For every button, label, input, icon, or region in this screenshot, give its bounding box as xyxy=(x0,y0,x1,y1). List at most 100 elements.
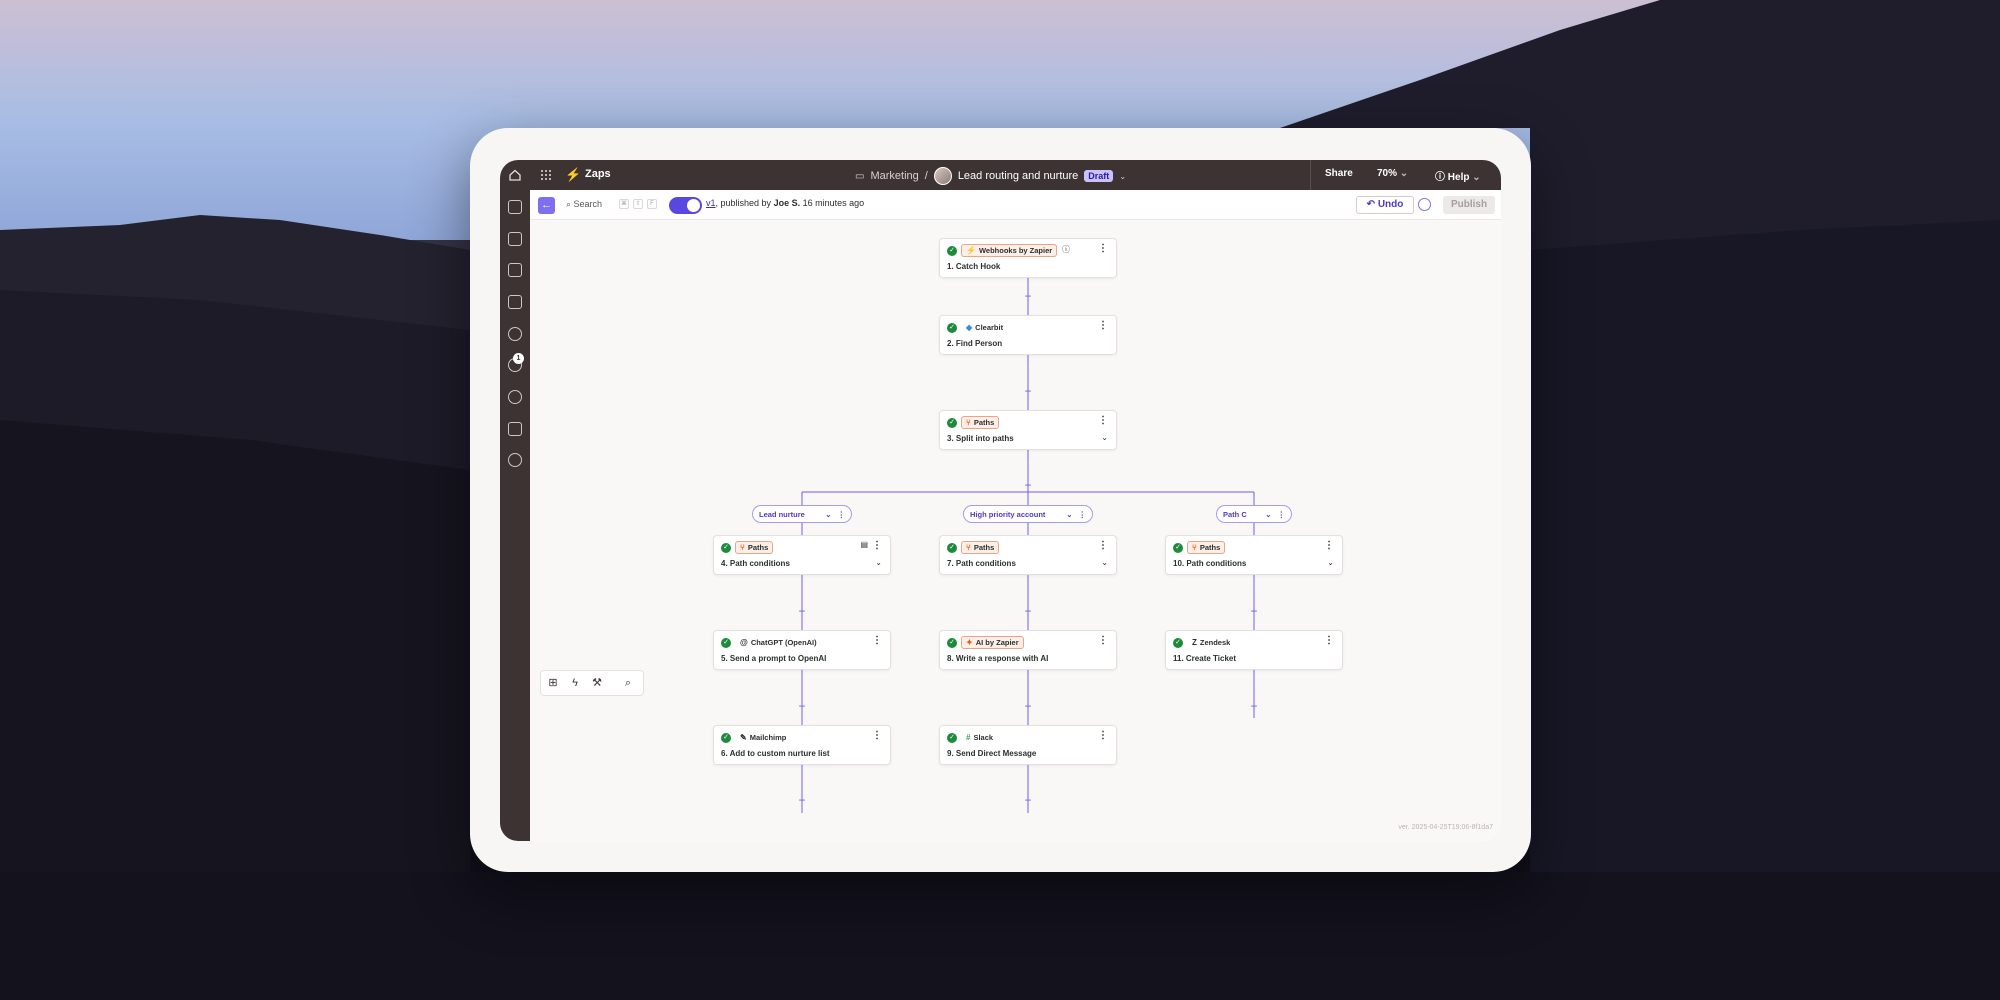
step-card-10[interactable]: ✓ ⑂ Paths ⋮ 10. Path conditions ⌄ xyxy=(1165,535,1343,575)
step-card-9[interactable]: ✓ # Slack ⋮ 9. Send Direct Message xyxy=(939,725,1117,765)
more-options-icon[interactable]: ⋮ xyxy=(1324,635,1334,646)
path-label-lead-nurture[interactable]: Lead nurture ⌄ ⋮ xyxy=(752,505,852,523)
more-options-icon[interactable]: ⋮ xyxy=(872,730,882,741)
add-step-button[interactable]: + xyxy=(1022,700,1034,712)
add-step-button[interactable]: + xyxy=(1022,794,1034,806)
stack-icon[interactable] xyxy=(508,422,522,436)
more-options-icon[interactable]: ⋮ xyxy=(1098,635,1108,646)
zoom-value: 70% xyxy=(1377,168,1398,179)
document-icon[interactable] xyxy=(508,232,522,246)
divider xyxy=(1310,160,1311,190)
chat-icon[interactable] xyxy=(508,263,522,277)
add-step-button[interactable]: + xyxy=(1248,700,1260,712)
more-options-icon[interactable]: ⋮ xyxy=(872,540,882,551)
chevron-down-icon[interactable]: ⌄ xyxy=(875,558,882,567)
step-card-2[interactable]: ✓ ◆ Clearbit ⋮ 2. Find Person xyxy=(939,315,1117,355)
avatar xyxy=(933,167,952,185)
note-icon[interactable]: ▤ xyxy=(860,540,868,549)
paths-icon: ⑂ xyxy=(966,543,971,552)
history-icon[interactable] xyxy=(508,327,522,341)
share-button[interactable]: Share xyxy=(1325,168,1353,179)
apps-icon[interactable] xyxy=(508,200,522,214)
zoom-select[interactable]: 70% ⌄ xyxy=(1377,168,1408,179)
zap-editor-window: ⚡ Zaps ▭ Marketing / Lead routing and nu… xyxy=(500,160,1501,841)
notification-badge: 1 xyxy=(513,353,524,364)
more-options-icon[interactable]: ⋮ xyxy=(1278,510,1286,519)
more-options-icon[interactable]: ⋮ xyxy=(1324,540,1334,551)
step-card-7[interactable]: ✓ ⑂ Paths ⋮ 7. Path conditions ⌄ xyxy=(939,535,1117,575)
step-title: 3. Split into paths xyxy=(947,434,1014,443)
step-title: 1. Catch Hook xyxy=(947,262,1001,271)
openai-icon: @ xyxy=(740,638,748,647)
left-sidebar: 1 xyxy=(500,190,530,841)
step-title: 6. Add to custom nurture list xyxy=(721,749,830,758)
app-grid-icon[interactable] xyxy=(540,169,552,181)
app-tag: ✎ Mailchimp xyxy=(735,731,791,744)
zap-title[interactable]: Lead routing and nurture xyxy=(958,170,1078,182)
add-step-button[interactable]: + xyxy=(1022,385,1034,397)
path-label-high-priority[interactable]: High priority account ⌄ ⋮ xyxy=(963,505,1093,523)
more-options-icon[interactable]: ⋮ xyxy=(872,635,882,646)
step-card-1[interactable]: ✓ ⚡ Webhooks by Zapier ⓘ ⋮ 1. Catch Hook xyxy=(939,238,1117,278)
search-icon[interactable]: ⌕ xyxy=(621,676,635,690)
chevron-down-icon[interactable]: ⌄ xyxy=(1066,510,1072,519)
ai-sparkle-icon: ✦ xyxy=(966,638,973,647)
chevron-down-icon[interactable]: ⌄ xyxy=(1265,510,1271,519)
mailchimp-icon: ✎ xyxy=(740,733,747,742)
app-tag: ⑂ Paths xyxy=(1187,541,1226,554)
check-icon: ✓ xyxy=(947,543,957,553)
bug-icon[interactable] xyxy=(508,453,522,467)
info-icon[interactable]: ⓘ xyxy=(1062,244,1070,255)
more-options-icon[interactable]: ⋮ xyxy=(1098,243,1108,254)
chevron-down-icon[interactable]: ⌄ xyxy=(1101,433,1108,442)
step-card-6[interactable]: ✓ ✎ Mailchimp ⋮ 6. Add to custom nurture … xyxy=(713,725,891,765)
add-step-button[interactable]: + xyxy=(1022,290,1034,302)
step-card-8[interactable]: ✓ ✦ AI by Zapier ⋮ 8. Write a response wi… xyxy=(939,630,1117,670)
more-options-icon[interactable]: ⋮ xyxy=(1098,730,1108,741)
add-step-button[interactable]: + xyxy=(796,605,808,617)
app-name: AI by Zapier xyxy=(975,638,1019,647)
bolt-icon[interactable]: ϟ xyxy=(568,676,582,690)
app-name[interactable]: Zaps xyxy=(585,168,611,180)
add-step-button[interactable]: + xyxy=(1248,605,1260,617)
app-tag: # Slack xyxy=(961,731,998,744)
zendesk-icon: Z xyxy=(1192,638,1197,647)
breadcrumb: ▭ Marketing / Lead routing and nurture D… xyxy=(855,167,1126,185)
more-options-icon[interactable]: ⋮ xyxy=(1079,510,1087,519)
add-step-button[interactable]: + xyxy=(1022,479,1034,491)
step-card-3[interactable]: ✓ ⑂ Paths ⋮ 3. Split into paths ⌄ xyxy=(939,410,1117,450)
breadcrumb-separator: / xyxy=(924,170,928,182)
app-name: Mailchimp xyxy=(749,733,787,742)
step-card-11[interactable]: ✓ Z Zendesk ⋮ 11. Create Ticket xyxy=(1165,630,1343,670)
step-card-5[interactable]: ✓ @ ChatGPT (OpenAI) ⋮ 5. Send a prompt t… xyxy=(713,630,891,670)
chevron-down-icon[interactable]: ⌄ xyxy=(1119,172,1126,181)
zapier-bolt-icon: ⚡ xyxy=(565,167,582,182)
step-card-4[interactable]: ✓ ⑂ Paths ▤ ⋮ 4. Path conditions ⌄ xyxy=(713,535,891,575)
path-label-path-c[interactable]: Path C ⌄ ⋮ xyxy=(1216,505,1292,523)
help-button[interactable]: ⓘ Help ⌄ xyxy=(1435,168,1481,183)
step-title: 8. Write a response with AI xyxy=(947,654,1049,663)
chevron-down-icon[interactable]: ⌄ xyxy=(825,510,831,519)
breadcrumb-folder[interactable]: Marketing xyxy=(870,170,918,182)
wrench-icon[interactable]: ⚒ xyxy=(590,676,604,690)
add-step-button[interactable]: + xyxy=(1022,605,1034,617)
zap-canvas[interactable]: ← ⌕ Search ⌘ ⇧ F v1, published by Joe S.… xyxy=(530,190,1501,841)
home-icon[interactable] xyxy=(508,168,522,182)
add-apps-icon[interactable]: ⊞ xyxy=(546,676,560,690)
more-options-icon[interactable]: ⋮ xyxy=(838,510,846,519)
chevron-down-icon[interactable]: ⌄ xyxy=(1101,558,1108,567)
settings-icon[interactable] xyxy=(508,390,522,404)
calendar-icon[interactable] xyxy=(508,295,522,309)
step-title: 11. Create Ticket xyxy=(1173,654,1237,663)
path-name: High priority account xyxy=(970,509,1046,519)
app-tag: ⑂ Paths xyxy=(961,416,1000,429)
more-options-icon[interactable]: ⋮ xyxy=(1098,320,1108,331)
add-step-button[interactable]: + xyxy=(796,700,808,712)
help-label: Help xyxy=(1447,172,1470,183)
chevron-down-icon[interactable]: ⌄ xyxy=(1327,558,1334,567)
app-tag: ✦ AI by Zapier xyxy=(961,636,1024,649)
more-options-icon[interactable]: ⋮ xyxy=(1098,415,1108,426)
more-options-icon[interactable]: ⋮ xyxy=(1098,540,1108,551)
add-step-button[interactable]: + xyxy=(796,794,808,806)
app-tag: ⑂ Paths xyxy=(961,541,1000,554)
